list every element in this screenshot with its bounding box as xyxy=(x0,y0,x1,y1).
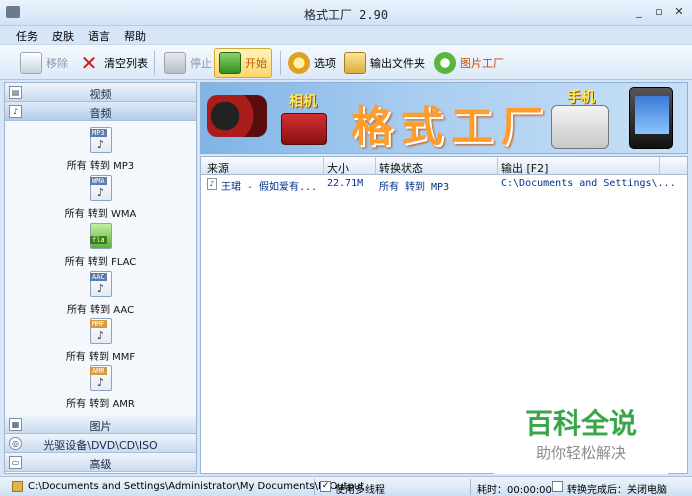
format-flac[interactable]: fla 所有 转到 FLAC xyxy=(5,223,196,270)
category-video[interactable]: ▤ 视频 xyxy=(5,83,196,102)
task-list-header: 来源 大小 转换状态 输出 [F2] xyxy=(201,157,687,175)
row-size: 22.71M xyxy=(327,178,364,189)
phone-image xyxy=(551,105,609,149)
column-divider xyxy=(659,157,660,175)
status-separator xyxy=(314,479,315,495)
column-divider xyxy=(375,157,376,175)
multithread-checkbox[interactable]: ✓ xyxy=(320,481,331,492)
menu-task[interactable]: 任务 xyxy=(12,26,42,44)
menu-bar: 任务 皮肤 语言 帮助 xyxy=(0,26,692,44)
status-bar: C:\Documents and Settings\Administrator\… xyxy=(0,476,692,496)
table-row[interactable]: ♪ 王珺 - 假如爱有... 22.71M 所有 转到 MP3 C:\Docum… xyxy=(201,176,687,193)
picture-factory-icon xyxy=(434,52,456,74)
after-done-label: 转换完成后：关闭电脑 xyxy=(567,485,667,496)
row-status: 所有 转到 MP3 xyxy=(379,182,450,193)
banner: 相机 格式工厂 手机 xyxy=(200,82,688,154)
maximize-button[interactable]: ▫ xyxy=(652,6,666,18)
camera-image xyxy=(281,113,327,145)
row-output: C:\Documents and Settings\... xyxy=(501,178,676,189)
picture-factory-button[interactable]: 图片工厂 xyxy=(430,48,508,78)
clear-list-button[interactable]: ✕ 清空列表 xyxy=(74,48,152,78)
remove-button[interactable]: 移除 xyxy=(16,48,72,78)
mmf-file-icon: MMF ♪ xyxy=(90,318,112,344)
row-source: 王珺 - 假如爱有... xyxy=(221,182,318,193)
column-divider xyxy=(323,157,324,175)
category-disc[interactable]: ◎ 光驱设备\DVD\CD\ISO xyxy=(5,434,196,453)
options-button[interactable]: 选项 xyxy=(284,48,340,78)
menu-language[interactable]: 语言 xyxy=(84,26,114,44)
watermark-subtitle: 助你轻松解决 xyxy=(535,444,626,462)
window-title: 格式工厂 2.90 xyxy=(303,8,389,22)
column-status[interactable]: 转换状态 xyxy=(379,160,423,176)
title-bar: 格式工厂 2.90 _ ▫ ✕ xyxy=(0,0,692,26)
shutdown-checkbox[interactable] xyxy=(552,481,563,492)
red-x-icon: ✕ xyxy=(80,51,98,75)
smartphone-image xyxy=(629,87,673,149)
format-mmf[interactable]: MMF ♪ 所有 转到 MMF xyxy=(5,318,196,365)
column-divider xyxy=(497,157,498,175)
start-icon xyxy=(219,52,241,74)
folder-icon xyxy=(344,52,366,74)
wma-file-icon: WMA ♪ xyxy=(90,175,112,201)
category-panel: ▤ 视频 ♪ 音频 MP3 ♪ 所有 转到 MP3 WMA ♪ 所有 转到 WMA … xyxy=(4,82,197,474)
menu-help[interactable]: 帮助 xyxy=(120,26,150,44)
stop-icon xyxy=(164,52,186,74)
folder-icon[interactable] xyxy=(12,481,23,492)
watermark-logo: 百科全说 助你轻松解决 xyxy=(494,386,668,474)
elapsed-time: 耗时：00:00:00 xyxy=(477,485,552,496)
menu-skin[interactable]: 皮肤 xyxy=(48,26,78,44)
banner-camera-label: 相机 xyxy=(289,94,317,110)
column-size[interactable]: 大小 xyxy=(327,160,349,176)
toolbar: 移除 ✕ 清空列表 停止 开始 选项 输出文件夹 图片工厂 xyxy=(0,44,692,80)
minimize-button[interactable]: _ xyxy=(632,6,646,18)
banner-brand: 格式工厂 xyxy=(351,102,552,151)
category-audio[interactable]: ♪ 音频 xyxy=(5,102,196,121)
aac-file-icon: AAC ♪ xyxy=(90,271,112,297)
column-output[interactable]: 输出 [F2] xyxy=(501,160,548,176)
stop-button[interactable]: 停止 xyxy=(160,48,216,78)
camcorder-image xyxy=(207,95,267,137)
remove-icon xyxy=(20,52,42,74)
category-picture[interactable]: ▦ 图片 xyxy=(5,415,196,434)
category-advanced[interactable]: ▭ 高级 xyxy=(5,453,196,472)
flac-file-icon: fla xyxy=(90,223,112,249)
audio-file-icon: ♪ xyxy=(207,178,217,190)
format-aac[interactable]: AAC ♪ 所有 转到 AAC xyxy=(5,271,196,318)
toolbar-separator xyxy=(154,51,155,75)
start-button[interactable]: 开始 xyxy=(214,48,272,78)
column-source[interactable]: 来源 xyxy=(207,160,229,176)
format-wma[interactable]: WMA ♪ 所有 转到 WMA xyxy=(5,175,196,222)
toolbar-separator xyxy=(280,51,281,75)
status-separator xyxy=(470,479,471,495)
output-folder-button[interactable]: 输出文件夹 xyxy=(340,48,429,78)
format-mp3[interactable]: MP3 ♪ 所有 转到 MP3 xyxy=(5,127,196,174)
format-amr[interactable]: AMR ♪ 所有 转到 AMR xyxy=(5,365,196,412)
watermark-title: 百科全说 xyxy=(524,407,637,440)
close-button[interactable]: ✕ xyxy=(672,6,686,18)
multithread-label: 使用多线程 xyxy=(335,485,385,496)
banner-phone-label: 手机 xyxy=(567,90,595,106)
amr-file-icon: AMR ♪ xyxy=(90,365,112,391)
mp3-file-icon: MP3 ♪ xyxy=(90,127,112,153)
gear-icon xyxy=(288,52,310,74)
